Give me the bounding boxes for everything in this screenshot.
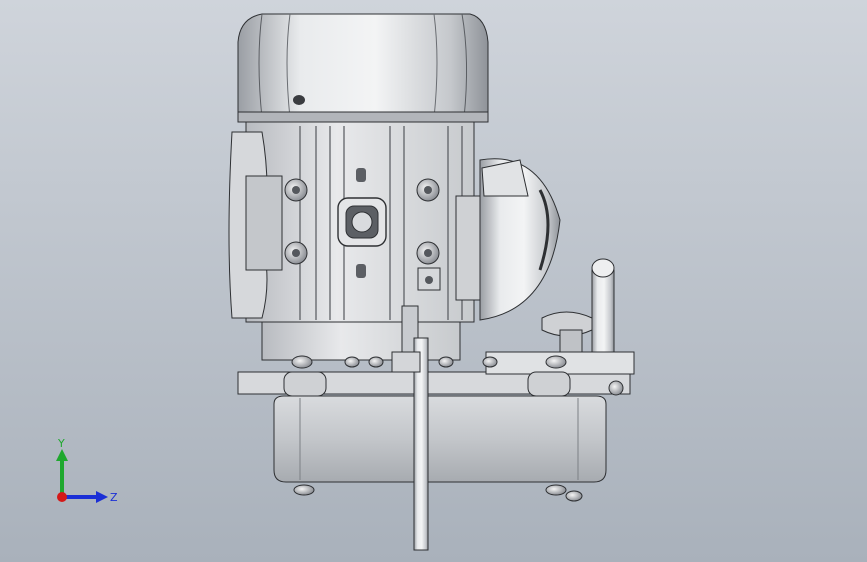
adjust-knob-assembly	[541, 258, 615, 355]
y-axis-arrow	[56, 449, 68, 461]
gear-box	[273, 395, 607, 502]
x-axis-origin-icon	[57, 492, 67, 502]
axis-triad: Y Z	[56, 437, 118, 504]
y-axis-label: Y	[57, 437, 65, 450]
z-axis-arrow	[96, 491, 108, 503]
cad-model-geared-motor[interactable]	[0, 0, 867, 562]
fan-cover	[237, 13, 489, 123]
z-axis-label: Z	[110, 491, 118, 504]
motor-body	[228, 121, 475, 323]
graphics-viewport[interactable]: Y Z	[0, 0, 867, 562]
